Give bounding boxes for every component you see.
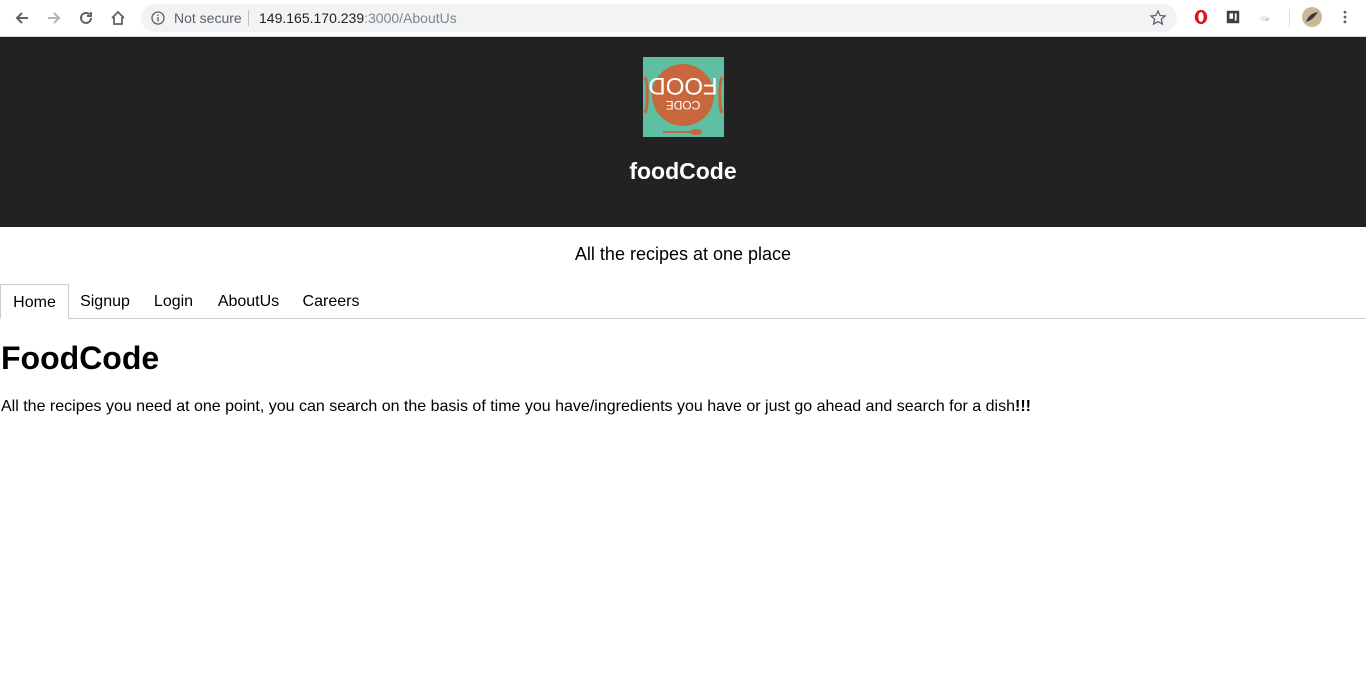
url-path: :3000/AboutUs <box>364 10 457 26</box>
tab-aboutus[interactable]: AboutUs <box>206 284 291 319</box>
back-button[interactable] <box>11 7 33 29</box>
reload-button[interactable] <box>75 7 97 29</box>
arrow-left-icon <box>15 12 28 24</box>
tab-signup[interactable]: Signup <box>69 284 141 319</box>
info-icon[interactable] <box>151 11 165 25</box>
home-button[interactable] <box>107 7 129 29</box>
cloud-icon <box>1259 16 1271 22</box>
star-icon[interactable] <box>1149 9 1167 27</box>
tab-careers[interactable]: Careers <box>291 284 371 319</box>
description-text: All the recipes you need at one point, y… <box>1 398 1015 415</box>
security-label[interactable]: Not secure <box>174 10 242 26</box>
site-title: foodCode <box>629 158 737 184</box>
extension-button[interactable] <box>1224 8 1242 26</box>
toolbar-divider <box>1289 9 1290 27</box>
forward-button[interactable] <box>43 7 65 29</box>
tab-login[interactable]: Login <box>141 284 206 319</box>
tab-home[interactable]: Home <box>0 284 69 319</box>
address-bar[interactable]: Not secure 149.165.170.239:3000/AboutUs <box>141 4 1177 32</box>
page-description: All the recipes you need at one point, y… <box>1 398 1031 416</box>
opera-extension-button[interactable] <box>1192 8 1210 26</box>
tagline: All the recipes at one place <box>574 244 792 264</box>
extension-icon <box>1226 10 1240 24</box>
page-heading: FoodCode <box>1 340 160 376</box>
nav-tabs: Home Signup Login AboutUs Careers <box>0 284 1366 319</box>
profile-avatar[interactable] <box>1302 7 1322 27</box>
site-logo[interactable]: CODE FOOD <box>643 57 724 137</box>
url-text[interactable]: 149.165.170.239:3000/AboutUs <box>259 10 457 26</box>
svg-text:CODE: CODE <box>666 98 701 112</box>
home-icon <box>111 10 125 25</box>
more-vert-icon <box>1343 10 1347 24</box>
site-header: CODE FOOD foodCode <box>0 37 1366 227</box>
divider <box>248 10 249 26</box>
food-code-logo-icon: CODE FOOD <box>643 57 724 137</box>
menu-button[interactable] <box>1336 8 1354 26</box>
browser-toolbar: Not secure 149.165.170.239:3000/AboutUs <box>0 0 1366 37</box>
opera-icon <box>1194 9 1208 25</box>
reload-icon <box>80 11 92 24</box>
cloud-extension-button[interactable] <box>1256 8 1274 26</box>
svg-text:FOOD: FOOD <box>648 72 717 99</box>
avatar-icon <box>1302 7 1322 27</box>
arrow-right-icon <box>48 12 61 24</box>
url-host: 149.165.170.239 <box>259 10 365 26</box>
description-emphasis: !!! <box>1014 398 1031 415</box>
